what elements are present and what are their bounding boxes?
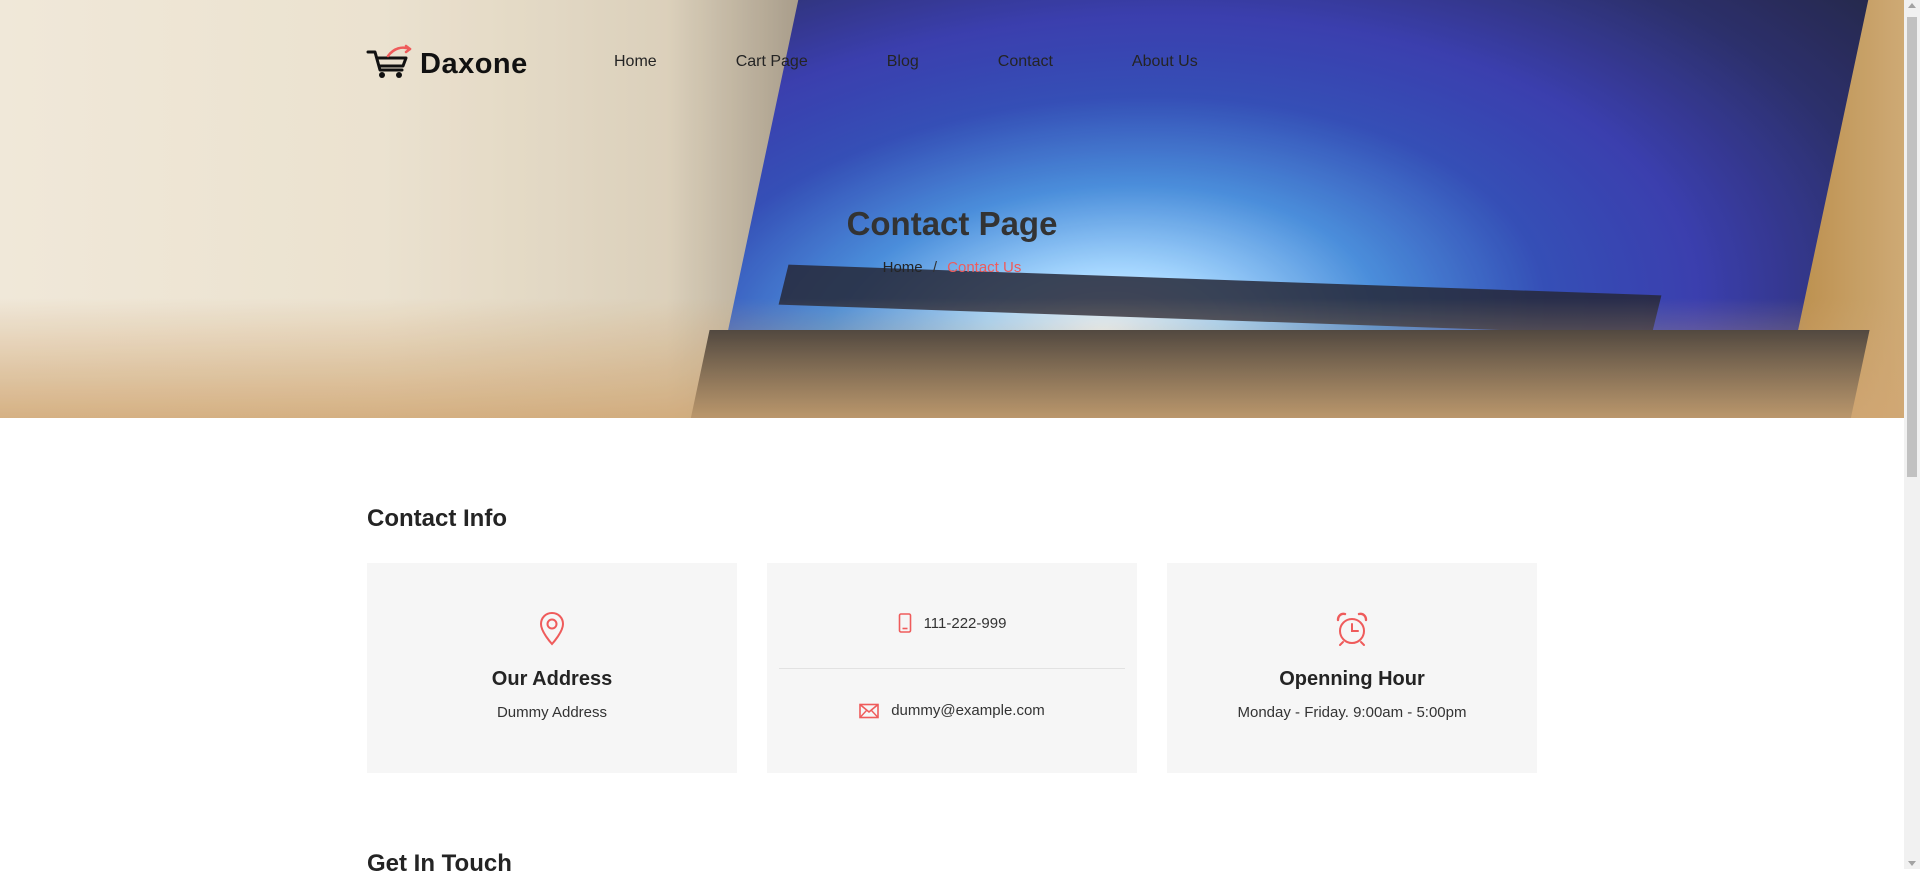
scroll-up-icon[interactable] (1908, 3, 1916, 8)
email-row: dummy@example.com (767, 702, 1137, 719)
cart-logo-icon (366, 44, 414, 85)
get-in-touch-title: Get In Touch (367, 850, 512, 877)
breadcrumb-current: Contact Us (947, 259, 1022, 276)
address-card: Our Address Dummy Address (367, 563, 737, 773)
brand-name: Daxone (420, 47, 528, 80)
nav-item-about-us[interactable]: About Us (1132, 53, 1198, 71)
main-nav: Home Cart Page Blog Contact About Us (614, 53, 1198, 71)
opening-hours-heading: Openning Hour (1279, 668, 1425, 690)
page-scrollbar[interactable] (1904, 0, 1920, 869)
email-address[interactable]: dummy@example.com (891, 702, 1045, 719)
page-title: Contact Page (846, 205, 1058, 242)
address-text: Dummy Address (496, 704, 608, 721)
address-heading: Our Address (491, 668, 613, 690)
contact-info-title: Contact Info (367, 505, 507, 532)
breadcrumb-home-link[interactable]: Home (883, 259, 923, 276)
breadcrumb-separator: / (932, 259, 937, 276)
phone-number[interactable]: 111-222-999 (924, 615, 1007, 632)
phone-email-card: 111-222-999 dummy@example.com (767, 563, 1137, 773)
opening-hours-text: Monday - Friday. 9:00am - 5:00pm (1237, 704, 1467, 721)
breadcrumb: Home / Contact Us (0, 259, 1904, 276)
map-pin-icon (367, 611, 737, 652)
nav-item-cart-page[interactable]: Cart Page (736, 53, 808, 71)
brand-logo[interactable]: Daxone (366, 44, 528, 85)
alarm-clock-icon (1167, 611, 1537, 652)
phone-row: 111-222-999 (767, 613, 1137, 633)
scrollbar-thumb[interactable] (1907, 17, 1917, 477)
opening-hours-card: Openning Hour Monday - Friday. 9:00am - … (1167, 563, 1537, 773)
phone-icon (898, 613, 912, 633)
scroll-down-icon[interactable] (1908, 861, 1916, 866)
envelope-icon (859, 703, 879, 719)
nav-item-contact[interactable]: Contact (998, 53, 1053, 71)
nav-item-blog[interactable]: Blog (887, 53, 919, 71)
nav-item-home[interactable]: Home (614, 53, 657, 71)
card-divider (779, 668, 1125, 669)
